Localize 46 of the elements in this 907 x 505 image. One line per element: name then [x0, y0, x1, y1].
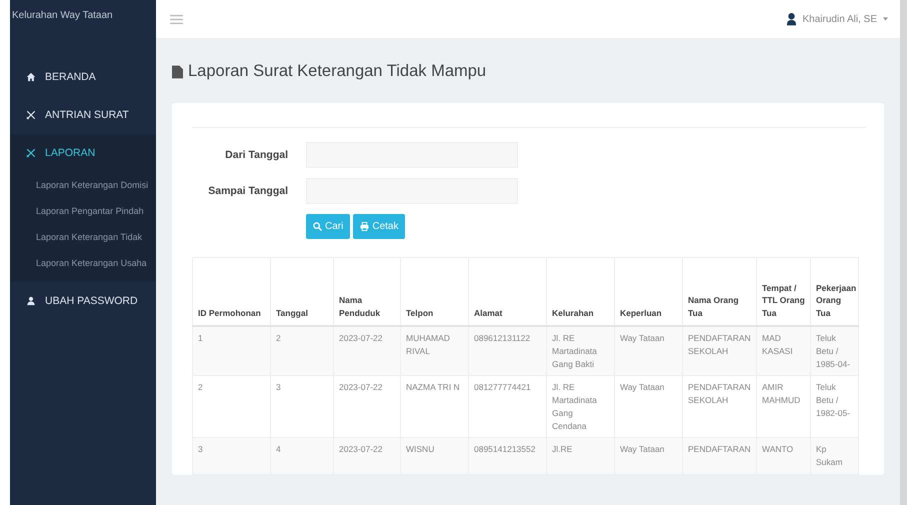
nav-item[interactable]: BERANDA	[10, 58, 156, 96]
home-icon	[26, 72, 36, 82]
submenu-item[interactable]: Laporan Keterangan Usaha	[10, 250, 156, 276]
brand-title: Kelurahan Way Tataan	[11, 9, 114, 23]
user-avatar-icon	[786, 12, 796, 26]
submenu-item[interactable]: Laporan Keterangan Tidak	[10, 224, 156, 250]
table-cell: 2023-07-22	[334, 438, 400, 474]
table-cell: 2	[270, 326, 334, 376]
search-icon	[313, 222, 322, 231]
caret-icon[interactable]	[883, 17, 888, 21]
table-cell: Jl.RE	[546, 438, 614, 474]
table-cell: 3	[192, 438, 270, 474]
page-title: Laporan Surat Keterangan Tidak Mampu	[188, 62, 486, 81]
table-cell: 2023-07-22	[334, 326, 400, 376]
table-cell: 0895141213552	[468, 438, 546, 474]
table-cell: Way Tataan	[614, 438, 682, 474]
table-cell: 1	[192, 326, 270, 376]
printer-icon	[360, 222, 370, 231]
table-cell: Kp Sukam	[810, 438, 858, 474]
table-cell: 089612131122	[468, 326, 546, 376]
nav-item[interactable]: UBAH PASSWORD	[10, 282, 156, 320]
menu-icon[interactable]	[170, 14, 183, 24]
table-cell: Jl. RE Martadinata Gang Bakti	[546, 326, 614, 376]
submenu-item[interactable]: Laporan Keterangan Domisi	[10, 172, 156, 198]
field-label: Dari Tanggal	[224, 149, 288, 161]
table-cell: WISNU	[400, 438, 468, 474]
nav-label: BERANDA	[45, 71, 96, 83]
document-icon	[172, 64, 183, 78]
scrollbar[interactable]	[900, 0, 907, 505]
table-cell: PENDAFTARAN SEKOLAH	[682, 326, 756, 376]
nav-label: ANTRIAN SURAT	[45, 109, 129, 121]
submenu-item[interactable]: Laporan Pengantar Pindah	[10, 198, 156, 224]
table-cell: WANTO	[756, 438, 810, 474]
table-cell: 4	[270, 438, 334, 474]
user-menu[interactable]: Khairudin Ali, SE	[802, 14, 877, 24]
nav-label: LAPORAN	[45, 147, 96, 159]
user-icon	[26, 296, 36, 306]
table-cell: PENDAFTARAN	[682, 438, 756, 474]
nav-label: UBAH PASSWORD	[45, 295, 138, 307]
nav-item[interactable]: LAPORAN	[10, 134, 156, 172]
table-cell: Way Tataan	[614, 326, 682, 376]
table-cell: Teluk Betu / 1985-04-	[810, 326, 858, 376]
table-cell: MUHAMAD RIVAL	[400, 326, 468, 376]
field-label: Sampai Tanggal	[207, 185, 288, 197]
table-cell: MAD KASASI	[756, 326, 810, 376]
nav-item[interactable]: ANTRIAN SURAT	[10, 96, 156, 134]
